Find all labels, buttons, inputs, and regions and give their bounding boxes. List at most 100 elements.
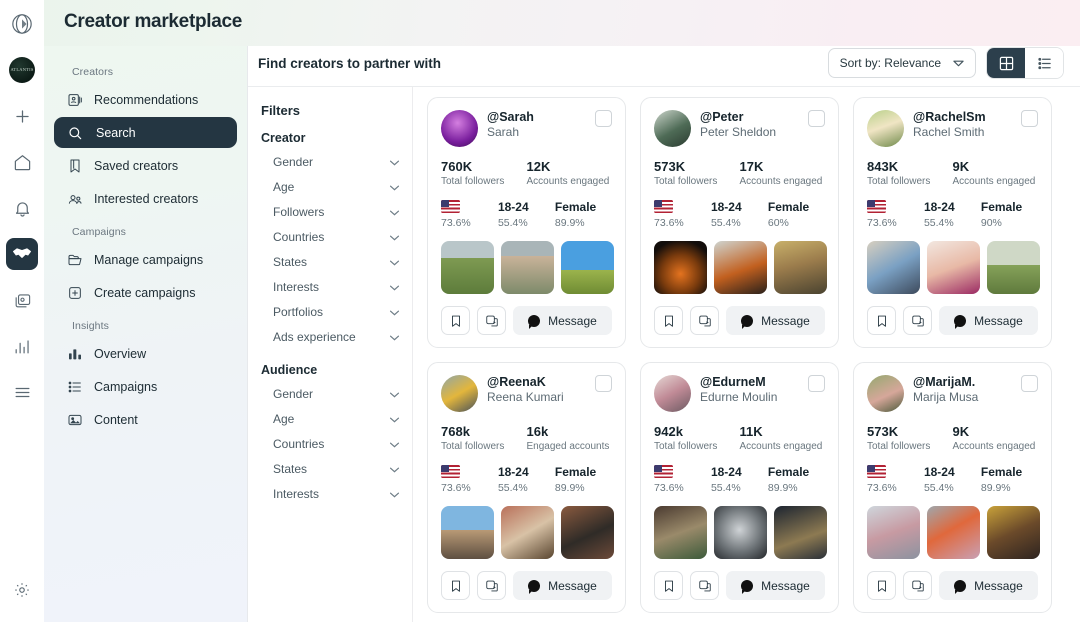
sidebar-item-interested-creators[interactable]: Interested creators bbox=[54, 183, 237, 214]
thumbnail[interactable] bbox=[987, 241, 1040, 294]
chat-bubble-icon bbox=[741, 315, 753, 327]
creator-fullname: Rachel Smith bbox=[913, 125, 986, 140]
select-creator-checkbox[interactable] bbox=[595, 110, 612, 127]
message-button[interactable]: Message bbox=[513, 571, 612, 600]
select-creator-checkbox[interactable] bbox=[1021, 375, 1038, 392]
sidebar-item-campaigns-insights[interactable]: Campaigns bbox=[54, 371, 237, 402]
insights-icon[interactable] bbox=[6, 330, 38, 362]
stat-value: 16k bbox=[527, 424, 613, 439]
more-menu-icon[interactable] bbox=[6, 376, 38, 408]
thumbnail[interactable] bbox=[501, 241, 554, 294]
sidebar-item-search[interactable]: Search bbox=[54, 117, 237, 148]
select-creator-checkbox[interactable] bbox=[808, 375, 825, 392]
grid-view-button[interactable] bbox=[987, 48, 1025, 78]
filter-audience-countries[interactable]: Countries bbox=[261, 431, 400, 456]
sidebar-group-label-creators: Creators bbox=[54, 56, 237, 84]
filter-creator-gender[interactable]: Gender bbox=[261, 149, 400, 174]
thumbnail[interactable] bbox=[654, 506, 707, 559]
save-creator-button[interactable] bbox=[441, 306, 470, 335]
add-to-collection-button[interactable] bbox=[690, 571, 719, 600]
demo-gender-value: Female bbox=[981, 465, 1022, 479]
filter-creator-states[interactable]: States bbox=[261, 249, 400, 274]
creator-card[interactable]: @RachelSm Rachel Smith 843K Total follow… bbox=[853, 97, 1052, 348]
message-button[interactable]: Message bbox=[939, 306, 1038, 335]
add-to-collection-button[interactable] bbox=[690, 306, 719, 335]
filter-creator-ads-experience[interactable]: Ads experience bbox=[261, 324, 400, 349]
account-avatar[interactable]: ATLANTIS bbox=[6, 54, 38, 86]
thumbnail[interactable] bbox=[987, 506, 1040, 559]
creator-card[interactable]: @Peter Peter Sheldon 573K Total follower… bbox=[640, 97, 839, 348]
gear-icon[interactable] bbox=[6, 574, 38, 606]
select-creator-checkbox[interactable] bbox=[595, 375, 612, 392]
creator-card[interactable]: @MarijaM. Marija Musa 573K Total followe… bbox=[853, 362, 1052, 613]
demo-age-pct: 55.4% bbox=[498, 482, 555, 494]
creator-card[interactable]: @ReenaK Reena Kumari 768k Total follower… bbox=[427, 362, 626, 613]
thumbnail[interactable] bbox=[927, 506, 980, 559]
demo-gender-pct: 89.9% bbox=[768, 482, 825, 494]
thumbnail[interactable] bbox=[774, 241, 827, 294]
marketplace-icon[interactable] bbox=[6, 238, 38, 270]
filter-creator-followers[interactable]: Followers bbox=[261, 199, 400, 224]
demo-age: 18-24 55.4% bbox=[498, 199, 555, 229]
sidebar-item-content[interactable]: Content bbox=[54, 404, 237, 435]
demo-gender-value: Female bbox=[555, 200, 596, 214]
message-button[interactable]: Message bbox=[726, 306, 825, 335]
save-creator-button[interactable] bbox=[654, 306, 683, 335]
thumbnail[interactable] bbox=[867, 241, 920, 294]
thumbnail[interactable] bbox=[561, 506, 614, 559]
chat-bubble-icon bbox=[954, 315, 966, 327]
thumbnail[interactable] bbox=[867, 506, 920, 559]
save-creator-button[interactable] bbox=[867, 571, 896, 600]
sidebar-item-create-campaigns[interactable]: Create campaigns bbox=[54, 277, 237, 308]
filter-audience-states[interactable]: States bbox=[261, 456, 400, 481]
sidebar-item-overview[interactable]: Overview bbox=[54, 338, 237, 369]
thumbnail[interactable] bbox=[654, 241, 707, 294]
stat-label: Total followers bbox=[441, 176, 527, 187]
sidebar-item-recommendations[interactable]: Recommendations bbox=[54, 84, 237, 115]
add-to-collection-button[interactable] bbox=[477, 306, 506, 335]
notifications-icon[interactable] bbox=[6, 192, 38, 224]
message-button[interactable]: Message bbox=[939, 571, 1038, 600]
thumbnail[interactable] bbox=[501, 506, 554, 559]
thumbnail[interactable] bbox=[441, 506, 494, 559]
filter-audience-age[interactable]: Age bbox=[261, 406, 400, 431]
filter-creator-interests[interactable]: Interests bbox=[261, 274, 400, 299]
list-view-button[interactable] bbox=[1025, 48, 1063, 78]
filter-creator-age[interactable]: Age bbox=[261, 174, 400, 199]
thumbnail[interactable] bbox=[927, 241, 980, 294]
thumbnail[interactable] bbox=[774, 506, 827, 559]
create-icon[interactable] bbox=[6, 100, 38, 132]
message-button[interactable]: Message bbox=[726, 571, 825, 600]
creator-stats: 760K Total followers 12K Accounts engage… bbox=[441, 159, 612, 187]
meta-logo-icon[interactable] bbox=[6, 8, 38, 40]
creator-card[interactable]: @Sarah Sarah 760K Total followers 12K Ac… bbox=[427, 97, 626, 348]
creator-stats: 573K Total followers 17K Accounts engage… bbox=[654, 159, 825, 187]
save-creator-button[interactable] bbox=[867, 306, 896, 335]
filter-audience-gender[interactable]: Gender bbox=[261, 381, 400, 406]
select-creator-checkbox[interactable] bbox=[1021, 110, 1038, 127]
demo-country: 73.6% bbox=[441, 199, 498, 229]
ads-icon[interactable] bbox=[6, 284, 38, 316]
add-to-collection-button[interactable] bbox=[903, 306, 932, 335]
thumbnail[interactable] bbox=[714, 241, 767, 294]
add-to-collection-button[interactable] bbox=[903, 571, 932, 600]
thumbnail[interactable] bbox=[561, 241, 614, 294]
add-to-collection-button[interactable] bbox=[477, 571, 506, 600]
thumbnail[interactable] bbox=[441, 241, 494, 294]
filter-audience-interests[interactable]: Interests bbox=[261, 481, 400, 506]
select-creator-checkbox[interactable] bbox=[808, 110, 825, 127]
sidebar-item-saved-creators[interactable]: Saved creators bbox=[54, 150, 237, 181]
save-creator-button[interactable] bbox=[654, 571, 683, 600]
filter-creator-countries[interactable]: Countries bbox=[261, 224, 400, 249]
sort-dropdown[interactable]: Sort by: Relevance bbox=[828, 48, 976, 78]
filter-creator-portfolios[interactable]: Portfolios bbox=[261, 299, 400, 324]
creator-card[interactable]: @EdurneM Edurne Moulin 942k Total follow… bbox=[640, 362, 839, 613]
creator-demographics: 73.6% 18-24 55.4% Female 89.9% bbox=[441, 464, 612, 494]
sidebar-item-manage-campaigns[interactable]: Manage campaigns bbox=[54, 244, 237, 275]
message-button[interactable]: Message bbox=[513, 306, 612, 335]
thumbnail[interactable] bbox=[714, 506, 767, 559]
demo-country-pct: 73.6% bbox=[867, 482, 924, 494]
creator-identity: @Peter Peter Sheldon bbox=[700, 110, 776, 140]
home-icon[interactable] bbox=[6, 146, 38, 178]
save-creator-button[interactable] bbox=[441, 571, 470, 600]
